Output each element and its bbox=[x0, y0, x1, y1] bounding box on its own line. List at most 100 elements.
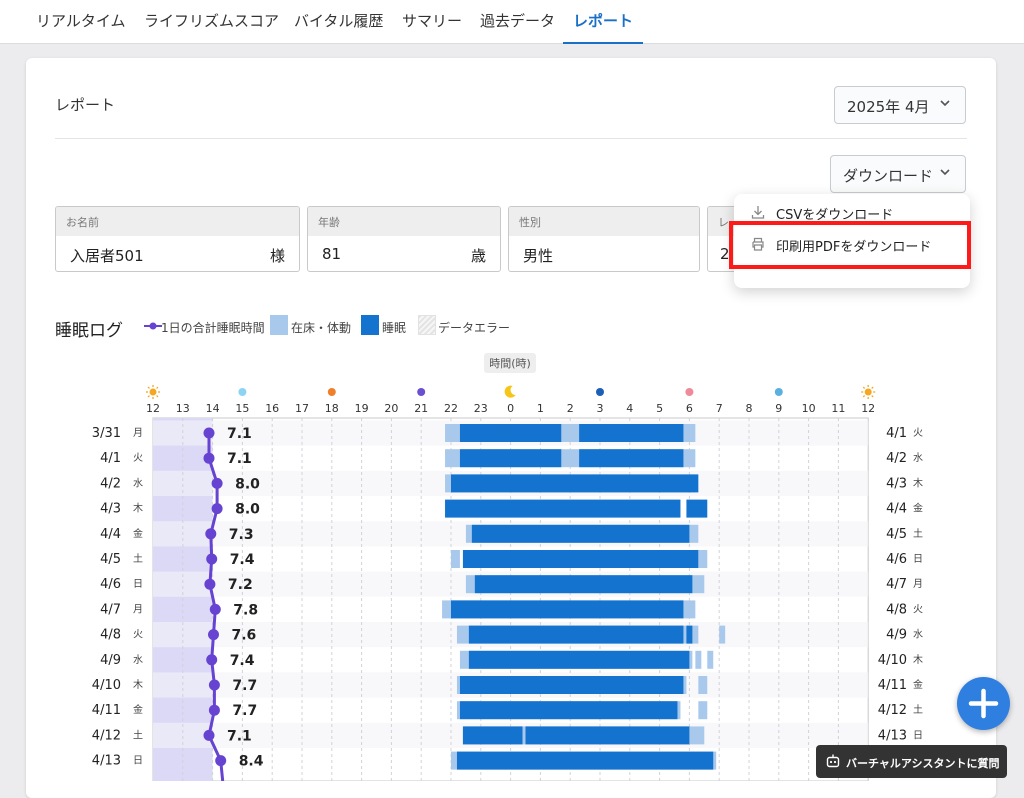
total-sleep-value: 8.4 bbox=[239, 754, 264, 770]
time-axis-label: 時間(時) bbox=[489, 357, 531, 370]
sleep-bar bbox=[686, 499, 708, 518]
total-sleep-value: 8.0 bbox=[235, 502, 260, 518]
sun-ray bbox=[147, 386, 150, 389]
total-sleep-value: 7.1 bbox=[227, 728, 252, 744]
row-day-left: 水 bbox=[133, 477, 143, 489]
row-day-left: 土 bbox=[133, 552, 143, 565]
sun-icon bbox=[149, 388, 157, 396]
total-sleep-point bbox=[203, 729, 215, 741]
total-sleep-point bbox=[211, 477, 223, 489]
sleep-bar bbox=[459, 449, 562, 468]
in-bed-bar bbox=[698, 701, 708, 720]
total-sleep-value: 7.4 bbox=[230, 653, 255, 669]
row-day-left: 木 bbox=[133, 503, 143, 515]
add-button[interactable] bbox=[957, 677, 1010, 730]
in-bed-bar bbox=[451, 550, 460, 568]
row-day-right: 月 bbox=[913, 578, 923, 590]
row-day-right: 金 bbox=[913, 678, 923, 691]
total-sleep-point bbox=[205, 528, 217, 540]
row-day-right: 金 bbox=[913, 502, 923, 515]
row-date-right: 4/5 bbox=[886, 527, 907, 542]
hour-tick-label: 15 bbox=[235, 402, 249, 415]
sleep-bar bbox=[468, 650, 690, 669]
row-day-right: 土 bbox=[913, 703, 923, 716]
sun-ray bbox=[156, 386, 159, 389]
row-day-left: 金 bbox=[133, 527, 143, 540]
sleep-bar bbox=[462, 550, 699, 568]
in-bed-bar bbox=[719, 625, 726, 644]
hour-tick-label: 0 bbox=[507, 402, 514, 415]
total-sleep-point bbox=[211, 503, 223, 515]
row-date-right: 4/7 bbox=[886, 577, 907, 592]
sleep-bar bbox=[579, 424, 684, 442]
row-date-left: 4/4 bbox=[100, 527, 121, 542]
hour-tick-label: 12 bbox=[861, 402, 875, 415]
virtual-assistant-label: バーチャルアシスタントに質問 bbox=[846, 757, 1000, 770]
row-day-right: 火 bbox=[913, 427, 923, 439]
sleep-bar bbox=[445, 499, 681, 518]
row-day-left: 水 bbox=[133, 654, 143, 666]
total-sleep-point bbox=[208, 629, 219, 641]
row-date-left: 4/2 bbox=[100, 476, 121, 491]
row-day-left: 月 bbox=[133, 427, 143, 439]
hour-tick-label: 16 bbox=[265, 402, 279, 415]
sleep-log-chart: 時間(時)12 13 14 15 16 17 18 19 20 21 22 23 0 1 2 3 4 5 6 7 8 9 1… bbox=[92, 353, 923, 781]
sleep-bar bbox=[471, 524, 690, 543]
total-sleep-value: 7.7 bbox=[232, 703, 257, 719]
sleep-bar bbox=[456, 751, 714, 770]
total-sleep-value: 7.3 bbox=[229, 527, 254, 543]
row-date-left: 4/11 bbox=[92, 703, 121, 718]
sleep-bar bbox=[468, 625, 684, 644]
moon-icon bbox=[504, 385, 516, 398]
virtual-assistant-button[interactable]: バーチャルアシスタントに質問 bbox=[816, 745, 1007, 778]
total-sleep-value: 8.0 bbox=[235, 476, 260, 492]
hour-tick-label: 7 bbox=[716, 402, 723, 415]
sun-icon bbox=[864, 388, 872, 396]
sun-ray bbox=[862, 395, 866, 398]
sleep-bar bbox=[451, 600, 684, 619]
in-bed-bar bbox=[707, 650, 714, 669]
row-day-left: 日 bbox=[133, 579, 143, 590]
total-sleep-point bbox=[208, 679, 220, 691]
total-sleep-value: 7.4 bbox=[230, 552, 255, 568]
sleep-bar bbox=[474, 575, 693, 594]
hour-tick-label: 19 bbox=[355, 402, 369, 415]
row-date-right: 4/3 bbox=[886, 476, 907, 491]
row-day-left: 火 bbox=[133, 629, 143, 641]
total-sleep-point bbox=[215, 755, 227, 767]
sleep-bar bbox=[459, 701, 678, 720]
row-day-right: 水 bbox=[913, 629, 923, 641]
total-sleep-value: 7.6 bbox=[232, 628, 257, 644]
total-sleep-value: 7.8 bbox=[233, 602, 258, 618]
row-day-left: 木 bbox=[133, 679, 143, 691]
total-sleep-point bbox=[203, 427, 215, 439]
row-date-right: 4/8 bbox=[886, 602, 907, 617]
in-bed-bar bbox=[698, 550, 708, 568]
row-date-right: 4/2 bbox=[886, 451, 907, 466]
row-date-left: 4/5 bbox=[100, 552, 121, 567]
hour-dot-icon bbox=[238, 388, 247, 396]
row-day-right: 火 bbox=[913, 603, 923, 615]
sun-ray bbox=[862, 386, 866, 389]
row-day-left: 土 bbox=[133, 728, 143, 741]
row-date-left: 4/13 bbox=[92, 754, 121, 769]
sleep-bar bbox=[451, 474, 699, 493]
total-sleep-point bbox=[209, 603, 221, 615]
hour-tick-label: 9 bbox=[775, 402, 782, 415]
total-sleep-point bbox=[204, 578, 216, 590]
sleep-bar bbox=[525, 726, 690, 745]
row-date-left: 4/12 bbox=[92, 728, 121, 743]
total-sleep-point bbox=[208, 704, 220, 716]
sun-ray bbox=[147, 395, 150, 398]
hour-tick-label: 11 bbox=[831, 402, 845, 415]
hour-tick-label: 1 bbox=[537, 402, 544, 415]
hour-dot-icon bbox=[596, 388, 604, 396]
hour-tick-label: 3 bbox=[597, 402, 604, 415]
total-sleep-value: 7.1 bbox=[227, 426, 252, 442]
row-day-right: 日 bbox=[913, 730, 923, 741]
row-day-right: 水 bbox=[913, 452, 923, 464]
row-day-left: 月 bbox=[133, 603, 143, 615]
plus-icon bbox=[968, 688, 999, 719]
hour-tick-label: 2 bbox=[567, 402, 574, 415]
row-date-right: 4/9 bbox=[886, 628, 907, 643]
